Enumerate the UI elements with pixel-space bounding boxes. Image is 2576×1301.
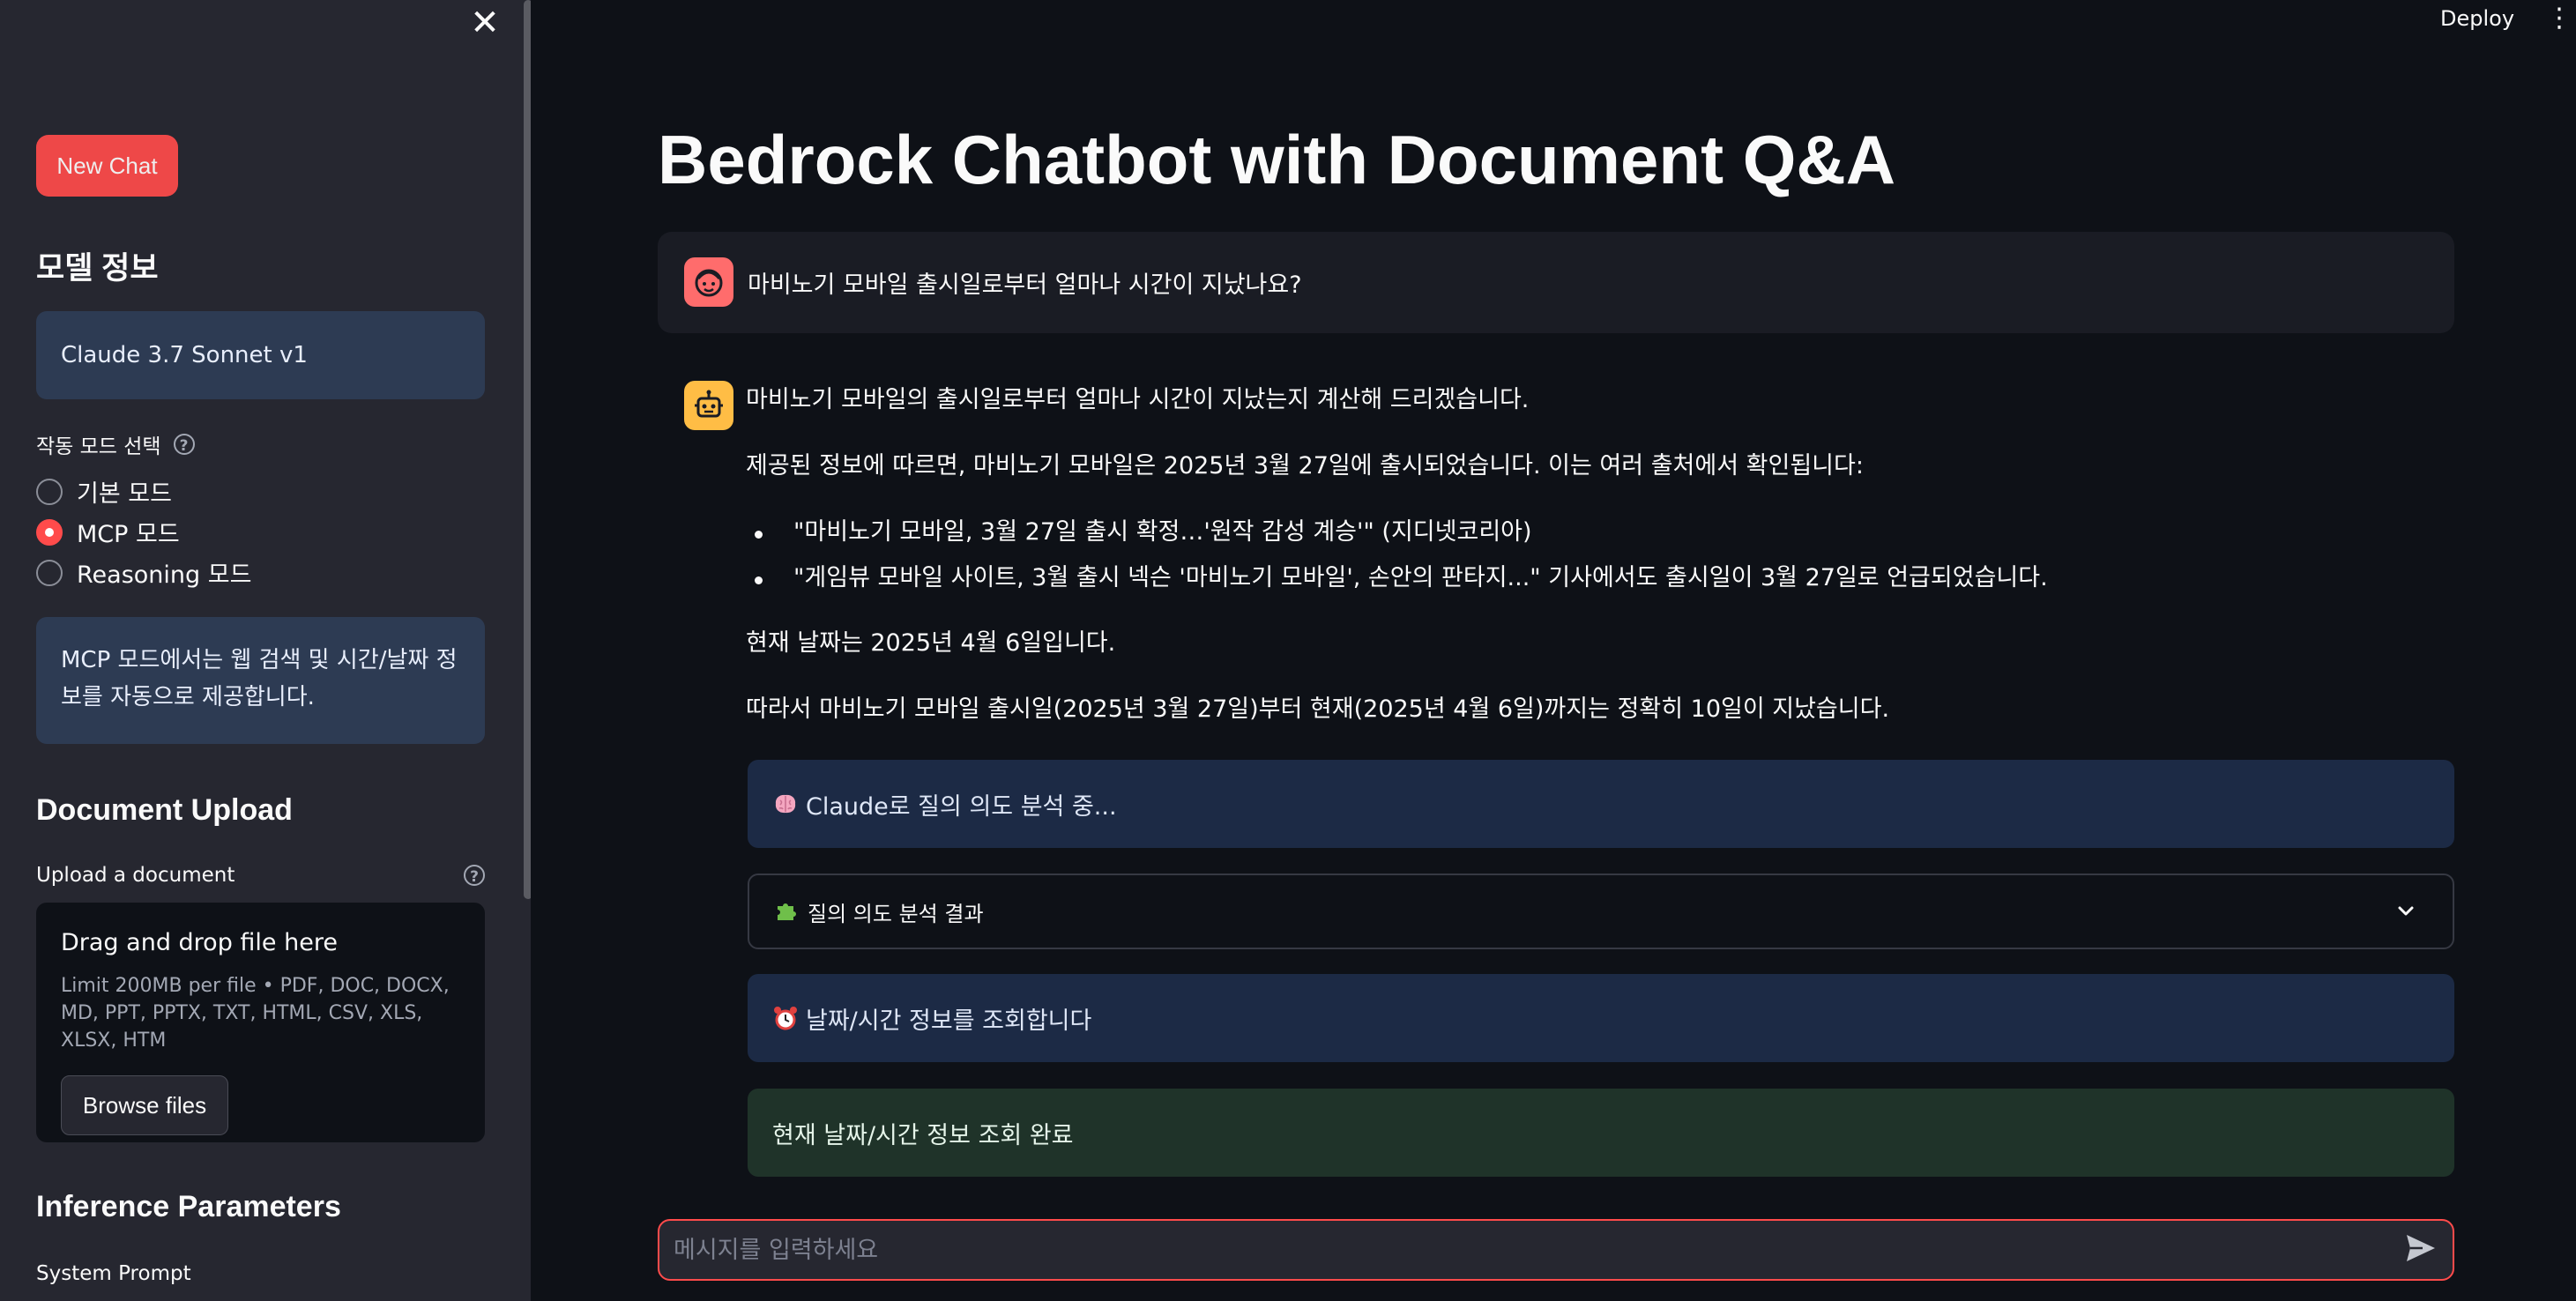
new-chat-button[interactable]: New Chat	[36, 135, 178, 197]
send-icon[interactable]	[2403, 1232, 2442, 1268]
chat-input[interactable]	[658, 1219, 2454, 1281]
system-prompt-label: System Prompt	[36, 1262, 191, 1285]
status-datetime-box: 날짜/시간 정보를 조회합니다	[748, 974, 2454, 1062]
radio-mode-basic[interactable]: 기본 모드	[36, 474, 172, 509]
model-section-title: 모델 정보	[36, 251, 159, 286]
system-prompt-label-text: System Prompt	[36, 1262, 191, 1285]
list-item: "마비노기 모바일, 3월 27일 출시 확정…'원작 감성 계승'" (지디넷…	[746, 515, 2048, 561]
brain-icon	[772, 791, 799, 817]
radio-circle-selected[interactable]	[36, 518, 63, 546]
mode-info-box: MCP 모드에서는 웹 검색 및 시간/날짜 정보를 자동으로 제공합니다.	[36, 617, 485, 744]
alarm-clock-icon	[772, 1005, 799, 1031]
status-analyzing-text: Claude로 질의 의도 분석 중...	[806, 792, 1117, 821]
assistant-current-date: 현재 날짜는 2025년 4월 6일입니다.	[746, 629, 1116, 657]
model-name: Claude 3.7 Sonnet v1	[61, 342, 308, 368]
mode-select-label-text: 작동 모드 선택	[36, 435, 161, 458]
radio-label: MCP 모드	[77, 521, 180, 548]
radio-mode-mcp[interactable]: MCP 모드	[36, 515, 180, 549]
bot-avatar-icon	[684, 381, 733, 430]
radio-label: Reasoning 모드	[77, 561, 252, 589]
chevron-down-icon[interactable]	[2394, 900, 2417, 928]
file-dropzone[interactable]: Drag and drop file here Limit 200MB per …	[36, 903, 485, 1142]
puzzle-icon	[774, 898, 800, 925]
upload-label: Upload a document	[36, 864, 235, 887]
mode-select-label: 작동 모드 선택 ?	[36, 429, 195, 459]
status-analyzing-box: Claude로 질의 의도 분석 중...	[748, 760, 2454, 848]
radio-circle[interactable]	[36, 559, 63, 586]
inference-parameters-title: Inference Parameters	[36, 1190, 341, 1223]
intent-analysis-expander[interactable]: 질의 의도 분석 결과	[748, 874, 2454, 949]
status-datetime-text: 날짜/시간 정보를 조회합니다	[806, 1007, 1092, 1035]
help-icon[interactable]: ?	[173, 434, 195, 455]
expander-label: 질의 의도 분석 결과	[808, 901, 984, 926]
mode-info-text: MCP 모드에서는 웹 검색 및 시간/날짜 정보를 자동으로 제공합니다.	[61, 647, 458, 710]
document-upload-title: Document Upload	[36, 793, 293, 827]
kebab-menu-icon[interactable]: ⋮	[2546, 4, 2572, 33]
sidebar-scrollbar[interactable]	[524, 0, 531, 899]
assistant-bullet-list: "마비노기 모바일, 3월 27일 출시 확정…'원작 감성 계승'" (지디넷…	[746, 515, 2048, 606]
dropzone-limit-text: Limit 200MB per file • PDF, DOC, DOCX, M…	[61, 975, 450, 1052]
status-success-text: 현재 날짜/시간 정보 조회 완료	[772, 1121, 1074, 1149]
assistant-conclusion: 따라서 마비노기 모바일 출시일(2025년 3월 27일)부터 현재(2025…	[746, 695, 1890, 723]
radio-label: 기본 모드	[77, 480, 172, 508]
user-chat-message: 마비노기 모바일 출시일로부터 얼마나 시간이 지났나요?	[658, 232, 2454, 333]
assistant-intro: 마비노기 모바일의 출시일로부터 얼마나 시간이 지났는지 계산해 드리겠습니다…	[746, 386, 1530, 413]
list-item: "게임뷰 모바일 사이트, 3월 출시 넥슨 '마비노기 모바일', 손안의 판…	[746, 561, 2048, 606]
user-avatar-icon	[684, 257, 733, 307]
deploy-button[interactable]: Deploy	[2440, 0, 2514, 37]
browse-files-button[interactable]: Browse files	[61, 1075, 228, 1135]
assistant-info-line: 제공된 정보에 따르면, 마비노기 모바일은 2025년 3월 27일에 출시되…	[746, 452, 1864, 480]
dropzone-title: Drag and drop file here	[61, 929, 338, 956]
help-icon[interactable]: ?	[464, 865, 485, 886]
page-title: Bedrock Chatbot with Document Q&A	[658, 121, 1896, 198]
status-success-box: 현재 날짜/시간 정보 조회 완료	[748, 1089, 2454, 1177]
sidebar: ✕ New Chat 모델 정보 Claude 3.7 Sonnet v1 작동…	[0, 0, 531, 1301]
upload-label-row: Upload a document ?	[36, 864, 485, 887]
close-icon[interactable]: ✕	[469, 4, 501, 42]
radio-circle[interactable]	[36, 478, 63, 505]
radio-mode-reasoning[interactable]: Reasoning 모드	[36, 555, 251, 590]
model-info-box: Claude 3.7 Sonnet v1	[36, 311, 485, 399]
user-message-text: 마비노기 모바일 출시일로부터 얼마나 시간이 지났나요?	[748, 271, 1302, 299]
